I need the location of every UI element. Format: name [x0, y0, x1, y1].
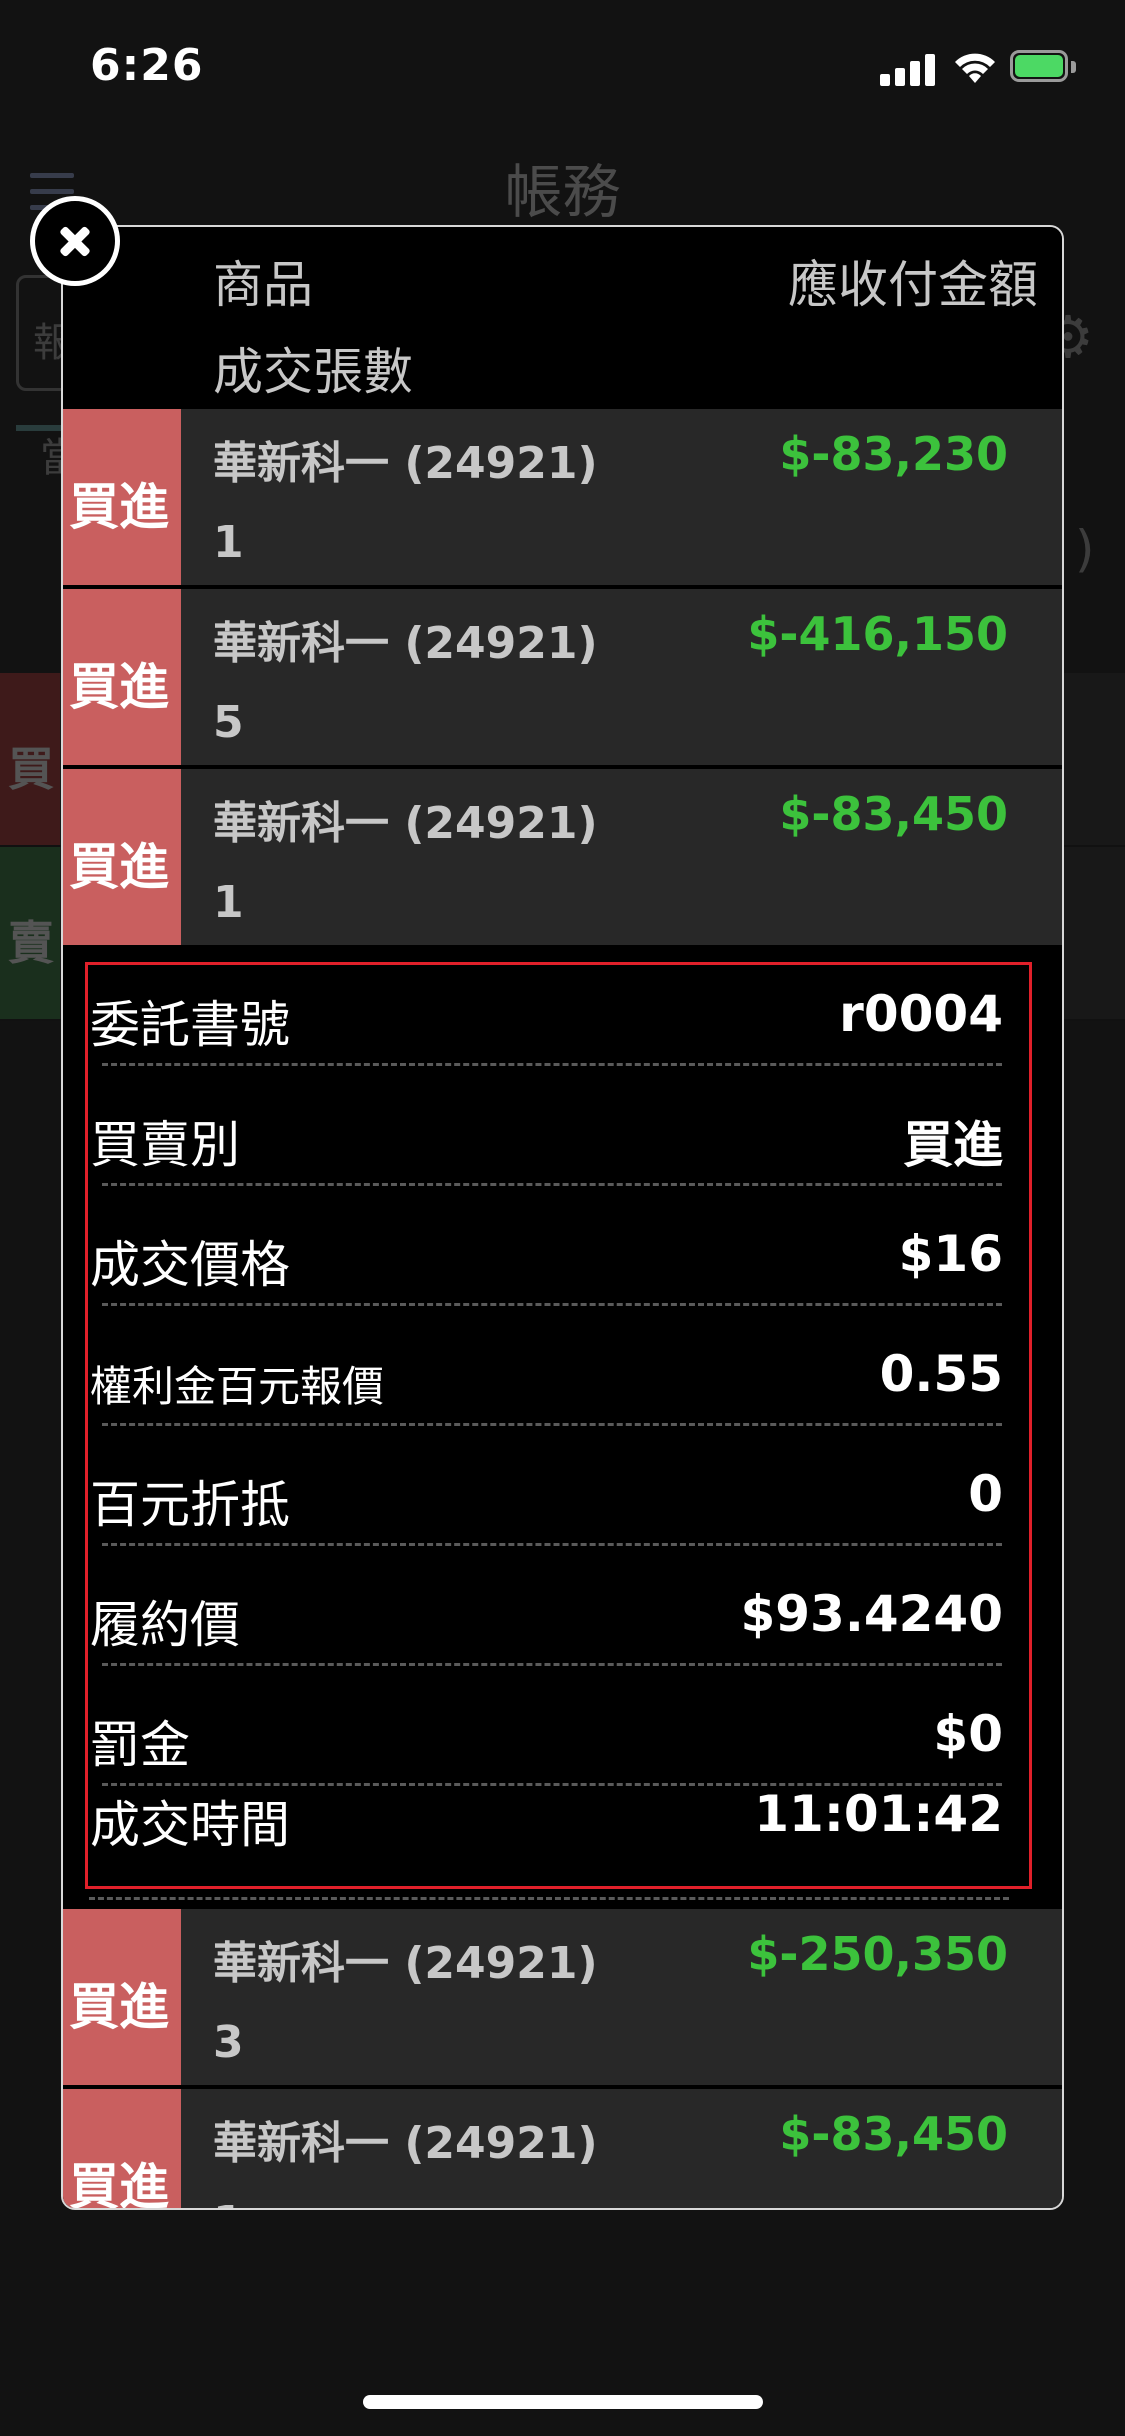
detail-label: 權利金百元報價 — [90, 1362, 385, 1411]
trade-row[interactable]: 買進 華新科一 (24921) $-416,150 5 — [63, 589, 1062, 765]
detail-value: $93.4240 — [740, 1585, 1003, 1643]
status-time: 6:26 — [90, 40, 204, 91]
trade-name: 華新科一 (24921) — [213, 1938, 598, 1989]
trade-row[interactable]: 買進 華新科一 (24921) $-83,450 1 — [63, 769, 1062, 945]
detail-value: 0.55 — [879, 1345, 1003, 1403]
trade-name: 華新科一 (24921) — [213, 2118, 598, 2169]
trade-row[interactable]: 買進 華新科一 (24921) $-250,350 3 — [63, 1909, 1062, 2085]
detail-label: 委託書號 — [90, 996, 290, 1054]
buy-tag: 買進 — [63, 769, 181, 945]
trade-qty: 3 — [213, 2017, 244, 2068]
modal-header: 商品 應收付金額 成交張數 — [63, 227, 1062, 409]
divider — [102, 1063, 1002, 1066]
trade-amount: $-416,150 — [747, 607, 1008, 661]
trade-amount: $-250,350 — [747, 1927, 1008, 1981]
trade-qty: 5 — [213, 697, 244, 748]
divider — [102, 1663, 1002, 1666]
detail-value: $16 — [898, 1225, 1003, 1283]
detail-label: 成交時間 — [90, 1796, 290, 1854]
detail-value: r0004 — [839, 985, 1003, 1043]
wifi-icon — [955, 53, 995, 83]
divider — [102, 1423, 1002, 1426]
trade-name: 華新科一 (24921) — [213, 618, 598, 669]
trade-name: 華新科一 (24921) — [213, 438, 598, 489]
detail-highlight-box: 委託書號 r0004 買賣別 買進 成交價格 $16 權利金百元報價 0.55 … — [85, 962, 1032, 1889]
trade-row[interactable]: 買進 華新科一 (24921) $-83,450 1 — [63, 2089, 1062, 2208]
header-product: 商品 — [213, 256, 313, 314]
trade-amount: $-83,230 — [779, 427, 1008, 481]
detail-row-premium: 權利金百元報價 0.55 — [88, 1325, 1029, 1445]
battery-icon — [1010, 50, 1076, 84]
detail-label: 百元折抵 — [90, 1476, 290, 1534]
detail-row-time: 成交時間 11:01:42 — [88, 1765, 1029, 1885]
header-amount: 應收付金額 — [788, 256, 1038, 314]
header-quantity: 成交張數 — [213, 343, 413, 401]
buy-tag: 買進 — [63, 589, 181, 765]
divider — [102, 1303, 1002, 1306]
signal-icon — [880, 52, 936, 86]
detail-row-order-no: 委託書號 r0004 — [88, 965, 1029, 1085]
trade-amount: $-83,450 — [779, 2107, 1008, 2161]
divider — [89, 1897, 1009, 1900]
divider — [102, 1183, 1002, 1186]
trade-qty: 1 — [213, 877, 244, 928]
background-paren: ) — [1075, 520, 1095, 578]
divider — [102, 1543, 1002, 1546]
home-indicator[interactable] — [363, 2395, 763, 2409]
buy-tag: 買進 — [63, 2089, 181, 2208]
page-title: 帳務 — [504, 158, 621, 226]
buy-tag: 買進 — [63, 1909, 181, 2085]
detail-label: 履約價 — [90, 1596, 240, 1654]
detail-value: $0 — [933, 1705, 1003, 1763]
detail-label: 成交價格 — [90, 1236, 290, 1294]
detail-value: 買進 — [903, 1116, 1003, 1174]
detail-value: 0 — [968, 1465, 1003, 1523]
row-tag: 買 — [8, 742, 54, 796]
detail-row-price: 成交價格 $16 — [88, 1205, 1029, 1325]
trade-amount: $-83,450 — [779, 787, 1008, 841]
trade-qty: 1 — [213, 2197, 244, 2208]
detail-label: 買賣別 — [90, 1116, 240, 1174]
trade-row[interactable]: 買進 華新科一 (24921) $-83,230 1 — [63, 409, 1062, 585]
detail-row-side: 買賣別 買進 — [88, 1085, 1029, 1205]
detail-row-discount: 百元折抵 0 — [88, 1445, 1029, 1565]
close-icon[interactable] — [30, 196, 120, 286]
buy-tag: 買進 — [63, 409, 181, 585]
detail-value: 11:01:42 — [754, 1785, 1003, 1843]
detail-row-strike: 履約價 $93.4240 — [88, 1565, 1029, 1685]
trade-detail-panel: 委託書號 r0004 買賣別 買進 成交價格 $16 權利金百元報價 0.55 … — [73, 962, 1056, 1897]
status-bar: 6:26 — [0, 0, 1125, 135]
trade-qty: 1 — [213, 517, 244, 568]
row-tag: 賣 — [8, 916, 54, 970]
trade-detail-modal: 商品 應收付金額 成交張數 買進 華新科一 (24921) $-83,230 1… — [61, 225, 1064, 2210]
trade-name: 華新科一 (24921) — [213, 798, 598, 849]
